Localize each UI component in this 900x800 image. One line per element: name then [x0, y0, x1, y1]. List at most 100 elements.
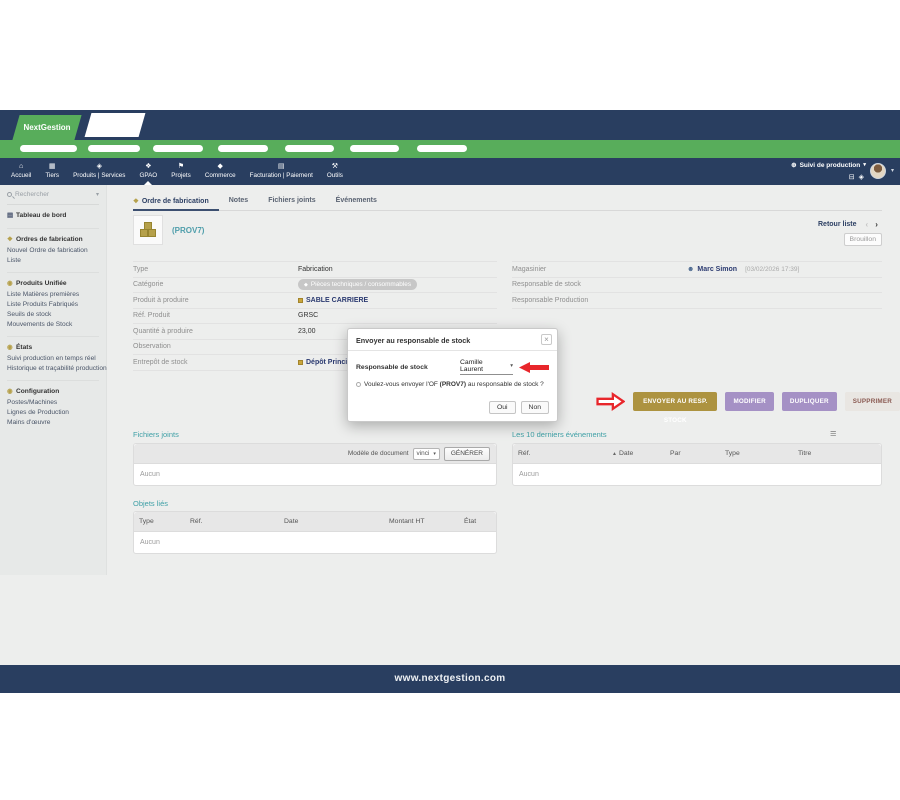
tab-fichiers-joints[interactable]: Fichiers joints: [258, 193, 325, 210]
chevron-left-icon[interactable]: ‹: [866, 220, 869, 229]
sidebar-item-mouvements-stock[interactable]: Mouvements de Stock: [7, 320, 99, 330]
app-logo[interactable]: NextGestion: [12, 115, 81, 140]
delete-button[interactable]: SUPPRIMER: [845, 392, 900, 411]
field-label: Observation: [133, 343, 298, 350]
user-link[interactable]: ☻ Marc Simon [03/02/2026 17:39]: [687, 266, 799, 273]
sidebar: Rechercher ▾ ▤Tableau de bord ❖Ordres de…: [0, 185, 107, 575]
sidebar-item-postes-machines[interactable]: Postes/Machines: [7, 398, 99, 408]
sidebar-item-historique-tracabilite[interactable]: Historique et traçabilité production: [7, 364, 99, 374]
category-badge-label: Pièces techniques / consommables: [311, 281, 411, 288]
yes-button[interactable]: Oui: [489, 401, 516, 414]
sidebar-item-dashboard[interactable]: ▤Tableau de bord: [7, 210, 99, 222]
stock-manager-select[interactable]: Camille Laurent ▾: [460, 359, 513, 375]
tab-ordre-de-fabrication[interactable]: ❖Ordre de fabrication: [133, 193, 219, 211]
shield-icon[interactable]: ◈: [859, 173, 864, 181]
nav-tiers[interactable]: ▦ Tiers: [38, 158, 66, 185]
sidebar-section-produits-unifiee[interactable]: ◉Produits Unifiée: [7, 278, 99, 290]
nav-label: Commerce: [205, 172, 236, 180]
duplicate-button[interactable]: DUPLIQUER: [782, 392, 837, 411]
sidebar-item-seuils-stock[interactable]: Seuils de stock: [7, 310, 99, 320]
column-header[interactable]: Date: [279, 518, 384, 525]
sidebar-item-suivi-production[interactable]: Suivi production en temps réel: [7, 354, 99, 364]
sidebar-item-nouvel-of[interactable]: Nouvel Ordre de fabrication: [7, 246, 99, 256]
column-header[interactable]: Réf.: [185, 518, 279, 525]
action-buttons: ENVOYER AU RESP. STOCK MODIFIER DUPLIQUE…: [596, 390, 900, 413]
content-area: [0, 185, 900, 665]
dialog-field-label: Responsable de stock: [356, 364, 460, 371]
no-button[interactable]: Non: [521, 401, 549, 414]
sidebar-item-matieres-premieres[interactable]: Liste Matières premières: [7, 290, 99, 300]
field-label: Responsable de stock: [512, 281, 687, 288]
generate-button[interactable]: GÉNÉRER: [444, 447, 490, 461]
column-header[interactable]: Montant HT: [384, 518, 459, 525]
tab-evenements[interactable]: Événements: [326, 193, 387, 210]
tab-label: Fichiers joints: [268, 197, 315, 204]
footer-url[interactable]: www.nextgestion.com: [395, 673, 506, 684]
product-link-label: SABLE CARRIERE: [306, 297, 368, 304]
field-categorie: Catégorie ◆ Pièces techniques / consomma…: [133, 278, 497, 294]
nav-facturation[interactable]: ▤ Facturation | Paiement: [243, 158, 320, 185]
nav-label: Accueil: [11, 172, 31, 180]
sidebar-item-mains-oeuvre[interactable]: Mains d'œuvre: [7, 418, 99, 428]
field-ref-produit: Réf. Produit GRSC: [133, 309, 497, 325]
nav-outils[interactable]: ⚒ Outils: [320, 158, 350, 185]
nav-commerce[interactable]: ◆ Commerce: [198, 158, 243, 185]
tab-label: Notes: [229, 197, 248, 204]
nav-label: Produits | Services: [73, 172, 125, 180]
avatar[interactable]: [870, 163, 886, 179]
user-menu[interactable]: ⊕ Suivi de production ▾: [791, 161, 866, 169]
document-template-label: Modèle de document: [348, 450, 409, 457]
column-header[interactable]: Par: [665, 450, 720, 457]
field-label: Entrepôt de stock: [133, 359, 298, 366]
modify-button[interactable]: MODIFIER: [725, 392, 773, 411]
nav-accueil[interactable]: ⌂ Accueil: [4, 158, 38, 185]
sidebar-section-etats[interactable]: ◉États: [7, 342, 99, 354]
radio-button[interactable]: [356, 382, 361, 387]
chart-icon: ▤: [7, 210, 16, 222]
column-header-date[interactable]: ▲Date: [607, 450, 665, 457]
warehouse-icon: [298, 360, 303, 365]
sidebar-section-configuration[interactable]: ◉Configuration: [7, 386, 99, 398]
globe-icon: ⊕: [791, 161, 796, 169]
sidebar-item-lignes-production[interactable]: Lignes de Production: [7, 408, 99, 418]
nav-projets[interactable]: ⚑ Projets: [164, 158, 198, 185]
send-to-stock-manager-button[interactable]: ENVOYER AU RESP. STOCK: [633, 392, 717, 411]
nav-gpao[interactable]: ❖ GPAO: [132, 158, 164, 185]
empty-row: Aucun: [134, 464, 496, 485]
events-title: Les 10 derniers événements: [512, 430, 607, 439]
sort-asc-icon: ▲: [612, 451, 617, 457]
field-value: GRSC: [298, 312, 318, 319]
sidebar-section-ordres-fabrication[interactable]: ❖Ordres de fabrication: [7, 234, 99, 246]
column-header[interactable]: Type: [720, 450, 793, 457]
document-template-select[interactable]: vinci ▾: [413, 448, 440, 460]
green-menu-bar: [0, 140, 900, 158]
search-icon: [7, 192, 12, 197]
product-link[interactable]: SABLE CARRIERE: [298, 297, 368, 304]
column-header[interactable]: État: [459, 518, 476, 525]
sidebar-search[interactable]: Rechercher ▾: [7, 185, 99, 205]
field-type: Type Fabrication: [133, 262, 497, 278]
back-to-list-link[interactable]: Retour liste ‹ ›: [818, 220, 878, 229]
sidebar-item-label: Liste: [7, 257, 21, 264]
sidebar-item-produits-fabriques[interactable]: Liste Produits Fabriqués: [7, 300, 99, 310]
print-icon[interactable]: ⊟: [849, 173, 855, 181]
sidebar-item-liste-of[interactable]: Liste: [7, 256, 99, 266]
chevron-down-icon: ▾: [863, 162, 866, 168]
gear-icon: ◉: [7, 386, 16, 398]
column-header[interactable]: Réf.: [513, 450, 607, 457]
chevron-right-icon[interactable]: ›: [875, 220, 878, 229]
nav-label: Projets: [171, 172, 191, 180]
dialog-title: Envoyer au responsable de stock: [348, 329, 557, 351]
nav-label: Facturation | Paiement: [250, 172, 313, 180]
close-icon[interactable]: ×: [541, 334, 552, 345]
report-icon: ◉: [7, 342, 16, 354]
sidebar-section-label: Produits Unifiée: [16, 280, 67, 287]
column-header[interactable]: Titre: [793, 450, 811, 457]
cubes-icon: ❖: [145, 163, 151, 171]
sidebar-item-label: Postes/Machines: [7, 399, 57, 406]
menu-icon[interactable]: ≡: [830, 429, 836, 440]
nav-produits-services[interactable]: ◈ Produits | Services: [66, 158, 132, 185]
column-header[interactable]: Type: [134, 518, 185, 525]
annotation-arrow-left: [519, 362, 549, 373]
tab-notes[interactable]: Notes: [219, 193, 258, 210]
